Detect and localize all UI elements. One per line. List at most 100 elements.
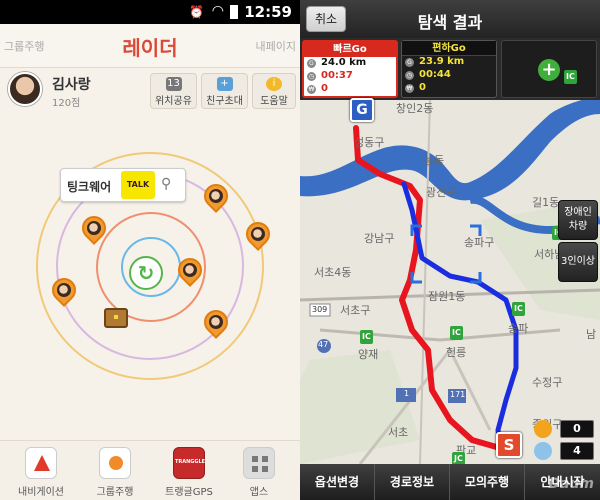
nav-item-navigation[interactable]: 내비게이션 (6, 447, 76, 498)
route-distance: 23.9 km (419, 56, 465, 67)
distance-icon: G (405, 58, 414, 67)
toll-won-icon: ₩ (405, 84, 414, 93)
info-icon: i (266, 77, 282, 91)
nav-item-group-drive[interactable]: 그룹주행 (80, 447, 150, 498)
nav-item-tranggle-gps[interactable]: TRANGGLE 트랭글GPS (154, 447, 224, 498)
map-label: 헌릉 (446, 346, 467, 359)
change-options-button[interactable]: 옵션변경 (300, 464, 375, 500)
nav-label: 그룹주행 (96, 487, 134, 498)
toll-won-icon: ₩ (307, 85, 316, 94)
clock-icon: ◷ (307, 72, 316, 81)
map-label: 성동구 (354, 136, 385, 149)
nav-item-apps[interactable]: 앱스 (224, 447, 294, 498)
route-toll: 0 (419, 82, 426, 93)
cancel-button[interactable]: 취소 (306, 6, 346, 32)
group-drive-icon (99, 447, 131, 479)
status-bar: ⏰ ◠ 12:59 (0, 0, 300, 24)
location-pin-icon[interactable]: ⚲ (161, 176, 171, 192)
ic-marker: IC (450, 326, 463, 340)
plus-icon: + (538, 59, 560, 81)
apps-grid-icon (243, 447, 275, 479)
map-label: 수정구 (532, 376, 563, 389)
friend-callout[interactable]: 팅크웨어 TALK ⚲ (60, 168, 186, 202)
route-name: 편하Go (402, 41, 496, 56)
road-number: 47 (318, 340, 329, 349)
route-header: 취소 탐색 결과 (300, 0, 600, 38)
map-label: 창인2동 (396, 102, 434, 115)
invite-friend-label: 친구초대 (206, 96, 243, 107)
nav-label: 내비게이션 (18, 487, 64, 498)
share-count-badge: 13 (165, 77, 182, 91)
map-label: 송파 (508, 322, 529, 335)
status-time: 12:59 (244, 3, 292, 21)
friend-callout-name: 팅크웨어 (67, 180, 112, 194)
add-friend-icon: + (216, 77, 233, 91)
invite-friend-button[interactable]: + 친구초대 (201, 73, 248, 109)
disabled-vehicle-button[interactable]: 장애인 차량 (558, 200, 598, 240)
add-route-button[interactable]: + (501, 40, 597, 98)
help-button[interactable]: i 도움말 (252, 73, 296, 109)
start-marker[interactable]: S (496, 432, 522, 458)
user-points: 120점 (52, 98, 81, 109)
battery-icon (230, 5, 238, 19)
goal-marker[interactable]: G (350, 98, 374, 122)
treasure-chest-icon[interactable] (104, 308, 128, 328)
app-header: 그룹주행 레이더 내페이지 (0, 24, 300, 68)
route-options-bar: 빠르Go G 24.0 km ◷ 00:37 ₩0 편하Go G 23.9 km ◷ 0… (300, 38, 600, 100)
avatar[interactable] (8, 72, 42, 106)
user-name: 김사랑 (52, 77, 91, 93)
refresh-icon[interactable]: ↻ (129, 256, 163, 290)
map-label: 서초4동 (314, 266, 352, 279)
page-title: 탐색 결과 (417, 13, 483, 32)
map-label: 양재 (358, 348, 379, 361)
share-location-label: 위치공유 (155, 96, 192, 107)
map-label: 길1동 (532, 196, 560, 209)
road-number: 309 (312, 305, 328, 314)
alarm-icon: ⏰ (189, 5, 204, 19)
map-label: 능동 (424, 154, 445, 167)
tranggle-logo-text: TRANGGLE (174, 459, 206, 465)
ic-marker: IC (512, 302, 525, 316)
road-number: 171 (450, 390, 466, 399)
route-info-button[interactable]: 경로정보 (375, 464, 450, 500)
star-icon (534, 442, 552, 460)
watermark-logo: Daum (548, 476, 594, 492)
tab-my-page[interactable]: 내페이지 (256, 38, 296, 54)
counter-top: 0 (560, 420, 594, 438)
map-label: 송파구 (464, 236, 495, 249)
wifi-icon: ◠ (211, 3, 224, 19)
bottom-nav: 내비게이션 그룹주행 TRANGGLE 트랭글GPS 앱스 (0, 440, 300, 500)
lightning-icon (534, 420, 552, 438)
counter-bottom: 4 (560, 442, 594, 460)
help-label: 도움말 (260, 96, 288, 107)
user-profile: 김사랑 120점 13 위치공유 + 친구초대 i 도움말 (0, 70, 300, 116)
radar-view: 팅크웨어 TALK ⚲ ↻ (0, 118, 300, 438)
route-time: 00:37 (321, 70, 353, 81)
tranggle-icon: TRANGGLE (173, 447, 205, 479)
route-card-fast[interactable]: 빠르Go G 24.0 km ◷ 00:37 ₩0 (302, 40, 398, 98)
clock-icon: ◷ (405, 71, 414, 80)
route-distance: 24.0 km (321, 57, 367, 68)
ic-marker: IC (360, 330, 373, 344)
nav-label: 앱스 (249, 487, 269, 498)
map-label: 잠원1동 (428, 290, 466, 303)
map-label: 서초 (388, 426, 409, 439)
route-name: 빠르Go (304, 42, 396, 57)
map-label: 남 (586, 328, 597, 341)
route-card-easy[interactable]: 편하Go G 23.9 km ◷ 00:44 ₩0 (401, 40, 497, 98)
nav-label: 트랭글GPS (165, 487, 213, 498)
share-location-button[interactable]: 13 위치공유 (150, 73, 197, 109)
simulate-drive-button[interactable]: 모의주행 (450, 464, 525, 500)
route-search-screen: 취소 탐색 결과 빠르Go G 24.0 km ◷ 00:37 ₩0 편하Go G2… (300, 0, 600, 500)
map-label: 강남구 (364, 232, 395, 245)
route-time: 00:44 (419, 69, 451, 80)
map-label: 광진구 (426, 186, 457, 199)
kakaotalk-button[interactable]: TALK (121, 171, 155, 199)
map-canvas (300, 100, 600, 464)
carpool-3plus-button[interactable]: 3인이상 (558, 242, 598, 282)
route-map[interactable]: 창인2동 성동구 능동 광진구 길1동 강남구 송파구 서하남 서초4동 잠원1… (300, 70, 600, 466)
map-label: 서초구 (340, 304, 371, 317)
ic-marker: IC (564, 70, 577, 84)
road-number: 1 (404, 389, 410, 398)
radar-app-screen: ⏰ ◠ 12:59 그룹주행 레이더 내페이지 김사랑 120점 13 위치공유… (0, 0, 300, 500)
